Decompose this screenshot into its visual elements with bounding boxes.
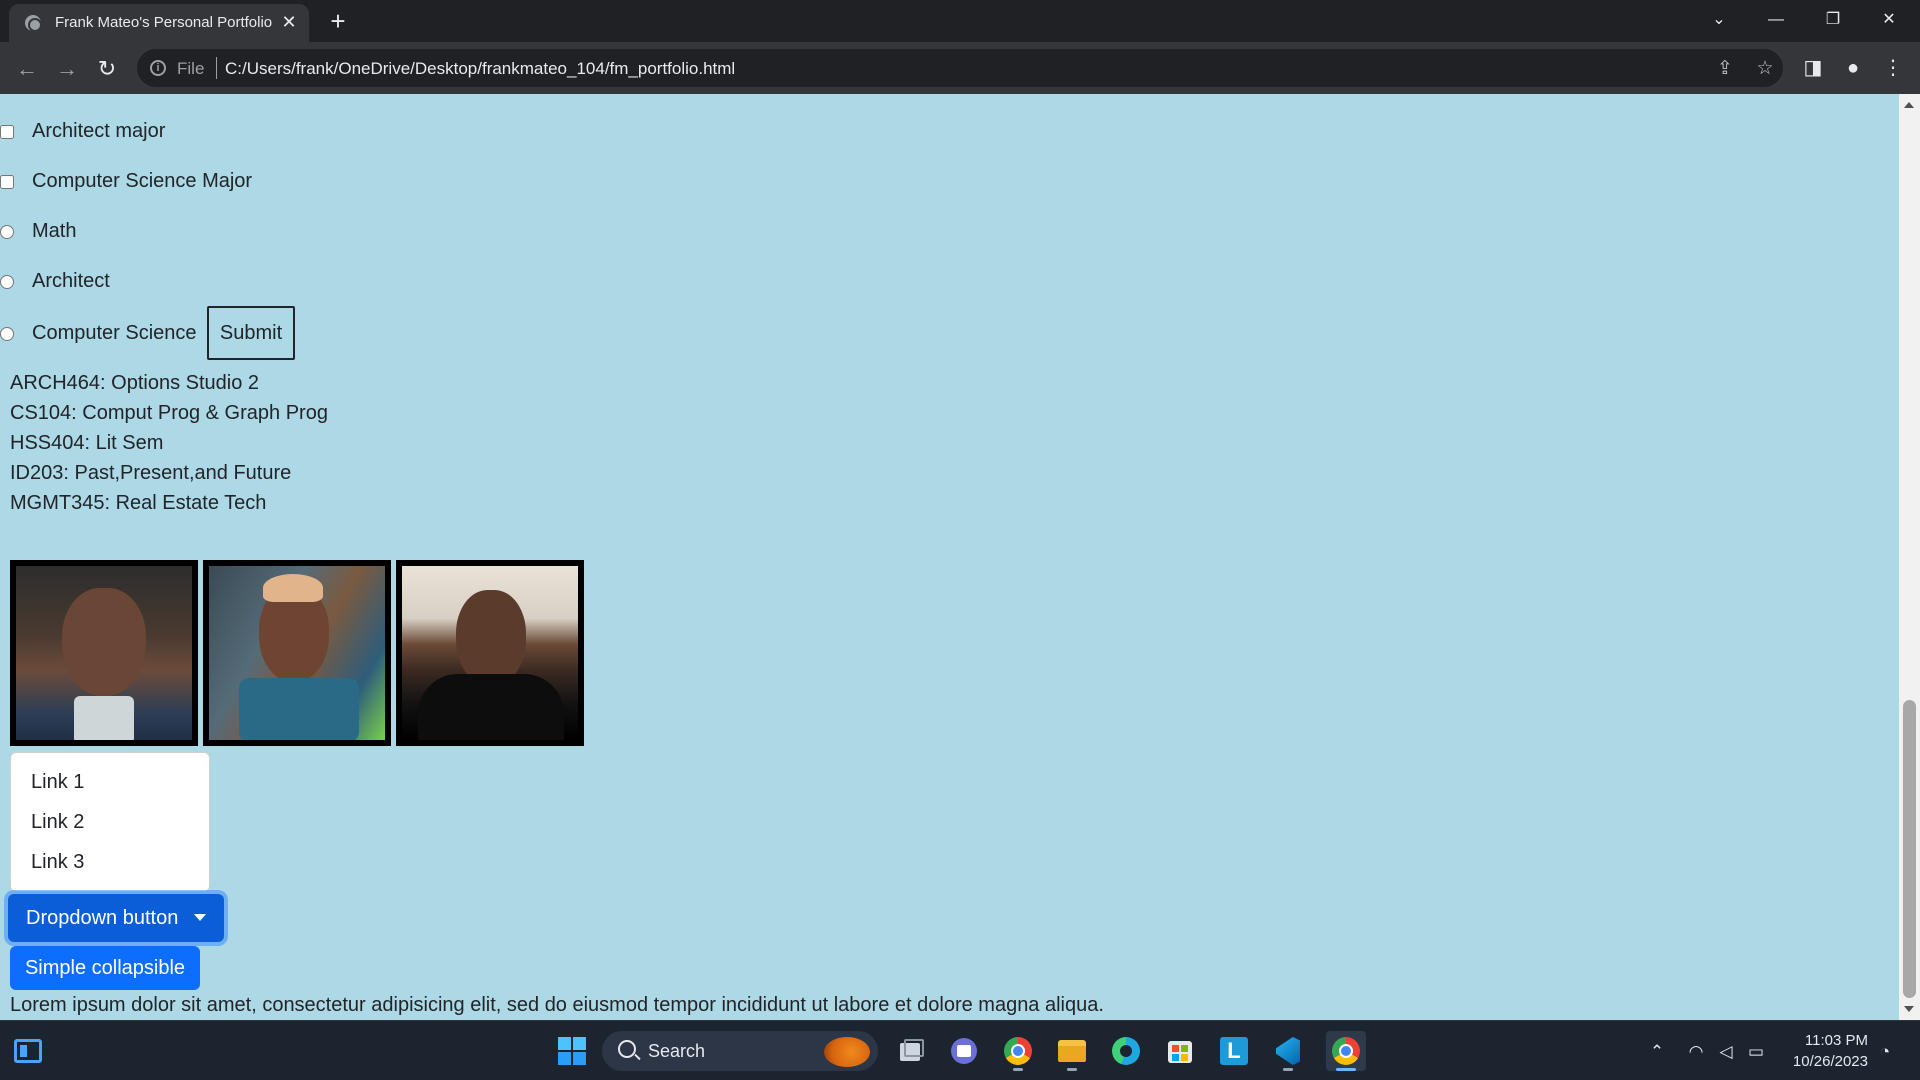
dropdown-button-label: Dropdown button: [26, 906, 179, 929]
chevron-up-icon[interactable]: ⌃: [1646, 1041, 1668, 1063]
address-bar[interactable]: i File C:/Users/frank/OneDrive/Desktop/f…: [137, 49, 1783, 87]
widgets-icon[interactable]: [8, 1031, 48, 1071]
course-item: HSS404: Lit Sem: [10, 432, 164, 454]
clock-date[interactable]: 10/26/2023: [1786, 1053, 1868, 1070]
dropdown-item[interactable]: Link 1: [31, 771, 84, 794]
portrait-photo: [203, 560, 391, 746]
menu-icon[interactable]: ⋮: [1880, 55, 1906, 81]
chrome-icon[interactable]: [998, 1031, 1038, 1071]
major-option: Architect major: [0, 118, 165, 146]
dropdown-item[interactable]: Link 2: [31, 811, 84, 834]
tab-title: Frank Mateo's Personal Portfolio: [55, 14, 273, 31]
back-icon[interactable]: ←: [12, 54, 42, 84]
dropdown-item[interactable]: Link 3: [31, 851, 84, 874]
scroll-down-icon[interactable]: [1904, 1006, 1914, 1012]
simple-collapsible-button[interactable]: Simple collapsible: [10, 946, 200, 990]
reload-icon[interactable]: ↻: [92, 54, 122, 84]
star-icon[interactable]: ☆: [1753, 57, 1777, 81]
restore-button[interactable]: ❐: [1810, 4, 1856, 36]
side-panel-icon[interactable]: ◨: [1800, 55, 1826, 81]
l-app-icon[interactable]: L: [1214, 1031, 1254, 1071]
major-option: Computer Science: [0, 320, 197, 348]
chrome-active-icon[interactable]: [1326, 1031, 1366, 1071]
url-text[interactable]: C:/Users/frank/OneDrive/Desktop/frankmat…: [225, 59, 735, 79]
math-radio[interactable]: [0, 225, 14, 239]
dropdown-menu: Link 1 Link 2 Link 3: [10, 752, 210, 892]
portfolio-page: Architect major Computer Science Major M…: [0, 94, 1899, 1020]
submit-button[interactable]: Submit: [207, 306, 295, 360]
browser-tab-bar: Frank Mateo's Personal Portfolio ✕ + ⌄ —…: [0, 0, 1920, 42]
caret-down-icon: [194, 914, 206, 921]
option-label: Math: [32, 220, 77, 242]
task-view-icon[interactable]: [890, 1031, 930, 1071]
vscode-icon[interactable]: [1268, 1031, 1308, 1071]
clock-time[interactable]: 11:03 PM: [1786, 1032, 1868, 1049]
wifi-icon[interactable]: ◠: [1685, 1041, 1707, 1063]
tab-search-button[interactable]: ⌄: [1696, 4, 1742, 36]
major-option: Computer Science Major: [0, 168, 252, 196]
course-item: CS104: Comput Prog & Graph Prog: [10, 402, 328, 424]
scroll-thumb[interactable]: [1903, 700, 1916, 998]
search-label: Search: [648, 1041, 706, 1061]
dropdown-button[interactable]: Dropdown button: [8, 894, 224, 942]
browser-toolbar: ← → ↻ i File C:/Users/frank/OneDrive/Des…: [0, 42, 1920, 94]
windows-taskbar: Search L ⌃ ◠ ◁ ▭ 11:03 PM 10/26/2023 ◔: [0, 1020, 1920, 1080]
profile-icon[interactable]: ●: [1840, 55, 1866, 81]
scroll-up-icon[interactable]: [1904, 102, 1914, 108]
browser-tab[interactable]: Frank Mateo's Personal Portfolio ✕: [9, 4, 309, 42]
file-explorer-icon[interactable]: [1052, 1031, 1092, 1071]
url-scheme: File: [177, 59, 205, 78]
pumpkin-icon: [824, 1037, 870, 1067]
taskbar-search[interactable]: Search: [602, 1031, 878, 1071]
teams-icon[interactable]: [944, 1031, 984, 1071]
option-label: Architect major: [32, 120, 166, 142]
lorem-paragraph: Lorem ipsum dolor sit amet, consectetur …: [10, 994, 1104, 1016]
new-tab-button[interactable]: +: [325, 8, 351, 34]
search-icon: [618, 1040, 636, 1058]
option-label: Architect: [32, 270, 110, 292]
page-viewport: Architect major Computer Science Major M…: [0, 94, 1920, 1020]
course-item: ARCH464: Options Studio 2: [10, 372, 260, 394]
computer-science-major-checkbox[interactable]: [0, 175, 14, 189]
url-separator: [216, 57, 217, 79]
start-icon[interactable]: [552, 1031, 592, 1071]
minimize-button[interactable]: —: [1753, 4, 1799, 36]
share-icon[interactable]: ⇪: [1713, 57, 1737, 81]
architect-major-checkbox[interactable]: [0, 125, 14, 139]
page-scrollbar[interactable]: [1899, 94, 1920, 1020]
close-tab-icon[interactable]: ✕: [279, 11, 299, 33]
course-item: MGMT345: Real Estate Tech: [10, 492, 267, 514]
major-option: Math: [0, 218, 76, 246]
architect-radio[interactable]: [0, 275, 14, 289]
option-label: Computer Science Major: [32, 170, 253, 192]
portrait-photo: [10, 560, 198, 746]
forward-icon[interactable]: →: [52, 54, 82, 84]
notification-bell-icon[interactable]: ◔: [1874, 1041, 1896, 1063]
computer-science-radio[interactable]: [0, 327, 14, 341]
edge-icon[interactable]: [1106, 1031, 1146, 1071]
store-icon[interactable]: [1160, 1031, 1200, 1071]
globe-icon: [25, 15, 42, 32]
close-window-button[interactable]: ✕: [1866, 4, 1912, 36]
course-item: ID203: Past,Present,and Future: [10, 462, 292, 484]
option-label: Computer Science: [32, 322, 197, 344]
major-option: Architect: [0, 268, 110, 296]
info-icon[interactable]: i: [150, 60, 166, 76]
battery-icon[interactable]: ▭: [1745, 1041, 1767, 1063]
volume-icon[interactable]: ◁: [1715, 1041, 1737, 1063]
portrait-photo: [396, 560, 584, 746]
